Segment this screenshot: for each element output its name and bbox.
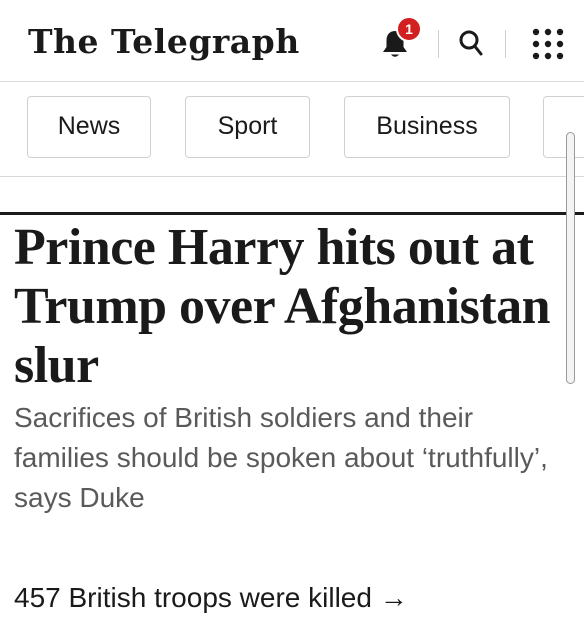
telegraph-logo[interactable]: The Telegraph [28, 20, 300, 64]
tab-next-partial[interactable] [543, 96, 584, 158]
tab-business[interactable]: Business [344, 96, 510, 158]
article-standfirst: Sacrifices of British soldiers and their… [14, 402, 548, 513]
nav-divider [0, 176, 584, 177]
header-separator [505, 30, 506, 58]
scrollbar[interactable] [566, 132, 575, 384]
related-article-link[interactable]: 457 British troops were killed → [14, 578, 408, 618]
article-top-rule [0, 212, 584, 215]
section-nav: News Sport Business [0, 82, 584, 180]
notification-badge[interactable]: 1 [396, 16, 422, 42]
tab-sport[interactable]: Sport [185, 96, 310, 158]
tab-news[interactable]: News [27, 96, 151, 158]
search-icon[interactable] [456, 28, 486, 58]
site-header: The Telegraph 1 [0, 0, 584, 82]
grid-menu-icon[interactable] [530, 26, 566, 62]
header-separator [438, 30, 439, 58]
article-headline[interactable]: Prince Harry hits out at Trump over Afgh… [14, 218, 566, 395]
